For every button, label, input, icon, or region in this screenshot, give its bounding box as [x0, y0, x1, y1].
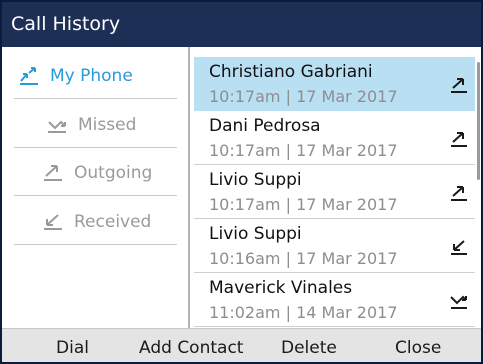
- outgoing-call-icon: [451, 132, 467, 147]
- call-timestamp: 10:17am | 17 Mar 2017: [209, 87, 398, 106]
- missed-call-icon: [450, 295, 467, 309]
- call-history-screen: Call History My Phone Missed Outgoing Re…: [0, 0, 483, 364]
- missed-call-icon: [46, 114, 68, 136]
- add-contact-button[interactable]: Add Contact: [139, 329, 243, 362]
- list-item[interactable]: Livio Suppi 10:16am | 17 Mar 2017: [194, 219, 475, 273]
- call-timestamp: 10:17am | 17 Mar 2017: [209, 141, 398, 160]
- list-item[interactable]: Christiano Gabriani 10:17am | 17 Mar 201…: [194, 57, 475, 111]
- caller-name: Livio Suppi: [209, 224, 302, 244]
- list-item[interactable]: Dani Pedrosa 10:17am | 17 Mar 2017: [194, 111, 475, 165]
- call-timestamp: 11:02am | 14 Mar 2017: [209, 303, 398, 322]
- sidebar-item-received[interactable]: Received: [14, 199, 177, 245]
- delete-button[interactable]: Delete: [281, 329, 337, 362]
- call-list[interactable]: Christiano Gabriani 10:17am | 17 Mar 201…: [190, 47, 481, 328]
- list-item[interactable]: Maverick Vinales 11:02am | 14 Mar 2017: [194, 273, 475, 327]
- sidebar-item-label: Received: [74, 211, 152, 232]
- sidebar-item-my-phone[interactable]: My Phone: [14, 53, 177, 99]
- call-filter-sidebar: My Phone Missed Outgoing Received: [2, 47, 190, 328]
- outgoing-call-icon: [451, 78, 467, 93]
- caller-name: Livio Suppi: [209, 170, 302, 190]
- my-phone-calls-icon: [18, 65, 40, 87]
- call-timestamp: 10:17am | 17 Mar 2017: [209, 195, 398, 214]
- caller-name: Dani Pedrosa: [209, 116, 321, 136]
- sidebar-item-outgoing[interactable]: Outgoing: [14, 150, 177, 196]
- sidebar-item-missed[interactable]: Missed: [14, 102, 177, 148]
- caller-name: Christiano Gabriani: [209, 62, 373, 82]
- page-title: Call History: [2, 2, 481, 47]
- received-call-icon: [42, 211, 64, 233]
- softkey-bar: Dial Add Contact Delete Close: [2, 328, 481, 362]
- outgoing-call-icon: [451, 186, 467, 201]
- caller-name: Maverick Vinales: [209, 278, 353, 298]
- received-call-icon: [451, 240, 467, 255]
- outgoing-call-icon: [42, 162, 64, 184]
- sidebar-item-label: My Phone: [50, 65, 133, 86]
- call-timestamp: 10:16am | 17 Mar 2017: [209, 249, 398, 268]
- close-button[interactable]: Close: [395, 329, 441, 362]
- list-scrollbar[interactable]: [477, 62, 480, 180]
- sidebar-item-label: Outgoing: [74, 162, 153, 183]
- sidebar-item-label: Missed: [78, 114, 137, 135]
- dial-button[interactable]: Dial: [56, 329, 89, 362]
- list-item[interactable]: Livio Suppi 10:17am | 17 Mar 2017: [194, 165, 475, 219]
